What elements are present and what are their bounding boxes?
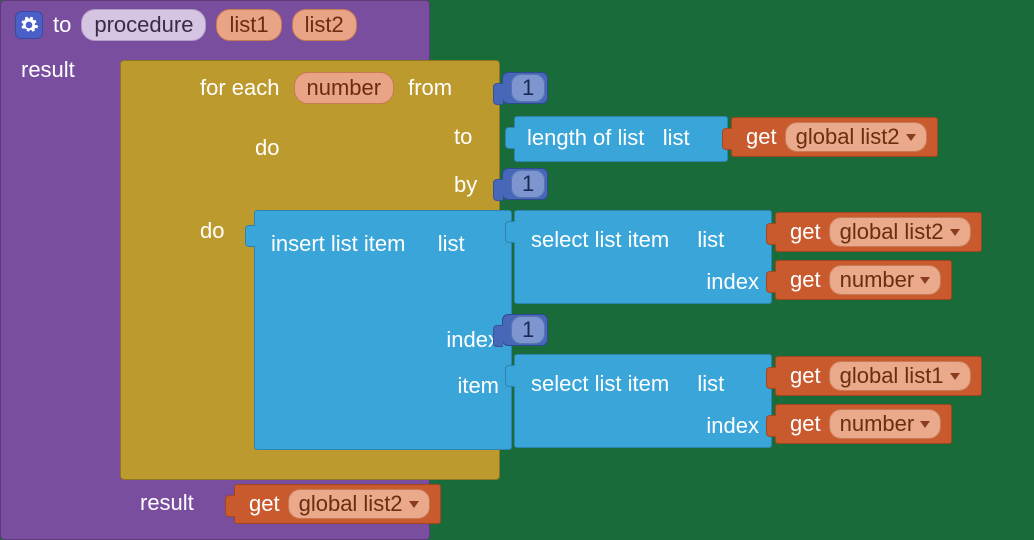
var-name: number <box>840 267 915 293</box>
length-of-list-block[interactable]: length of list list <box>514 116 728 162</box>
chevron-down-icon <box>950 229 960 236</box>
inner-do-label: do <box>200 218 224 244</box>
var-dropdown[interactable]: global list2 <box>829 217 971 247</box>
var-name: global list2 <box>299 491 403 517</box>
blocks-workspace: to procedure list1 list2 result do for e… <box>0 0 1034 540</box>
param-list2[interactable]: list2 <box>292 9 357 41</box>
gear-icon-svg <box>19 15 39 35</box>
var-dropdown[interactable]: global list2 <box>288 489 430 519</box>
get-number-b[interactable]: get number <box>775 404 952 444</box>
by-label: by <box>454 172 477 198</box>
get-global-list2-result[interactable]: get global list2 <box>234 484 441 524</box>
param-list1[interactable]: list1 <box>216 9 281 41</box>
var-name: global list1 <box>840 363 944 389</box>
by-value[interactable]: 1 <box>511 170 545 198</box>
insert-index-value-block[interactable]: 1 <box>502 314 548 346</box>
get-label: get <box>790 411 821 437</box>
foreach-result-label: result <box>140 490 194 516</box>
insert-item-label: item <box>457 373 499 399</box>
from-label: from <box>408 75 452 101</box>
get-label: get <box>790 219 821 245</box>
from-value-block[interactable]: 1 <box>502 72 548 104</box>
get-label: get <box>746 124 777 150</box>
select-list-item-block-1[interactable]: select list item list index <box>514 210 772 304</box>
get-global-list1[interactable]: get global list1 <box>775 356 982 396</box>
var-dropdown[interactable]: global list1 <box>829 361 971 391</box>
var-dropdown[interactable]: number <box>829 265 942 295</box>
get-global-list2-a[interactable]: get global list2 <box>731 117 938 157</box>
insert-list-item-block[interactable]: insert list item list index item <box>254 210 512 450</box>
for-each-header: for each number from <box>200 72 452 104</box>
var-dropdown[interactable]: global list2 <box>785 122 927 152</box>
select1-index-label: index <box>706 269 759 295</box>
loop-var-name[interactable]: number <box>294 72 395 104</box>
var-name: global list2 <box>796 124 900 150</box>
result-socket-label: result <box>21 57 75 83</box>
insert-list-socket-label: list <box>438 231 465 257</box>
get-label: get <box>249 491 280 517</box>
var-name: number <box>840 411 915 437</box>
insert-index-value[interactable]: 1 <box>511 316 545 344</box>
get-label: get <box>790 267 821 293</box>
insert-index-label: index <box>446 327 499 353</box>
length-of-list-label: length of list <box>527 125 644 150</box>
by-value-block[interactable]: 1 <box>502 168 548 200</box>
to-label: to <box>454 124 472 150</box>
chevron-down-icon <box>409 501 419 508</box>
select1-label: select list item <box>531 227 669 253</box>
get-label: get <box>790 363 821 389</box>
for-each-prefix: for each <box>200 75 280 101</box>
chevron-down-icon <box>920 421 930 428</box>
chevron-down-icon <box>906 134 916 141</box>
insert-label: insert list item <box>271 231 405 257</box>
chevron-down-icon <box>920 277 930 284</box>
select2-list-socket: list <box>697 371 724 397</box>
select-list-item-block-2[interactable]: select list item list index <box>514 354 772 448</box>
select1-list-socket: list <box>697 227 724 253</box>
length-of-list-socket-label: list <box>663 125 690 150</box>
select2-label: select list item <box>531 371 669 397</box>
var-name: global list2 <box>840 219 944 245</box>
from-value[interactable]: 1 <box>511 74 545 102</box>
gear-icon[interactable] <box>15 11 43 39</box>
select2-index-label: index <box>706 413 759 439</box>
var-dropdown[interactable]: number <box>829 409 942 439</box>
get-number-a[interactable]: get number <box>775 260 952 300</box>
do-label-outer: do <box>255 135 279 161</box>
chevron-down-icon <box>950 373 960 380</box>
to-label: to <box>53 12 71 38</box>
procedure-name-field[interactable]: procedure <box>81 9 206 41</box>
get-global-list2-b[interactable]: get global list2 <box>775 212 982 252</box>
